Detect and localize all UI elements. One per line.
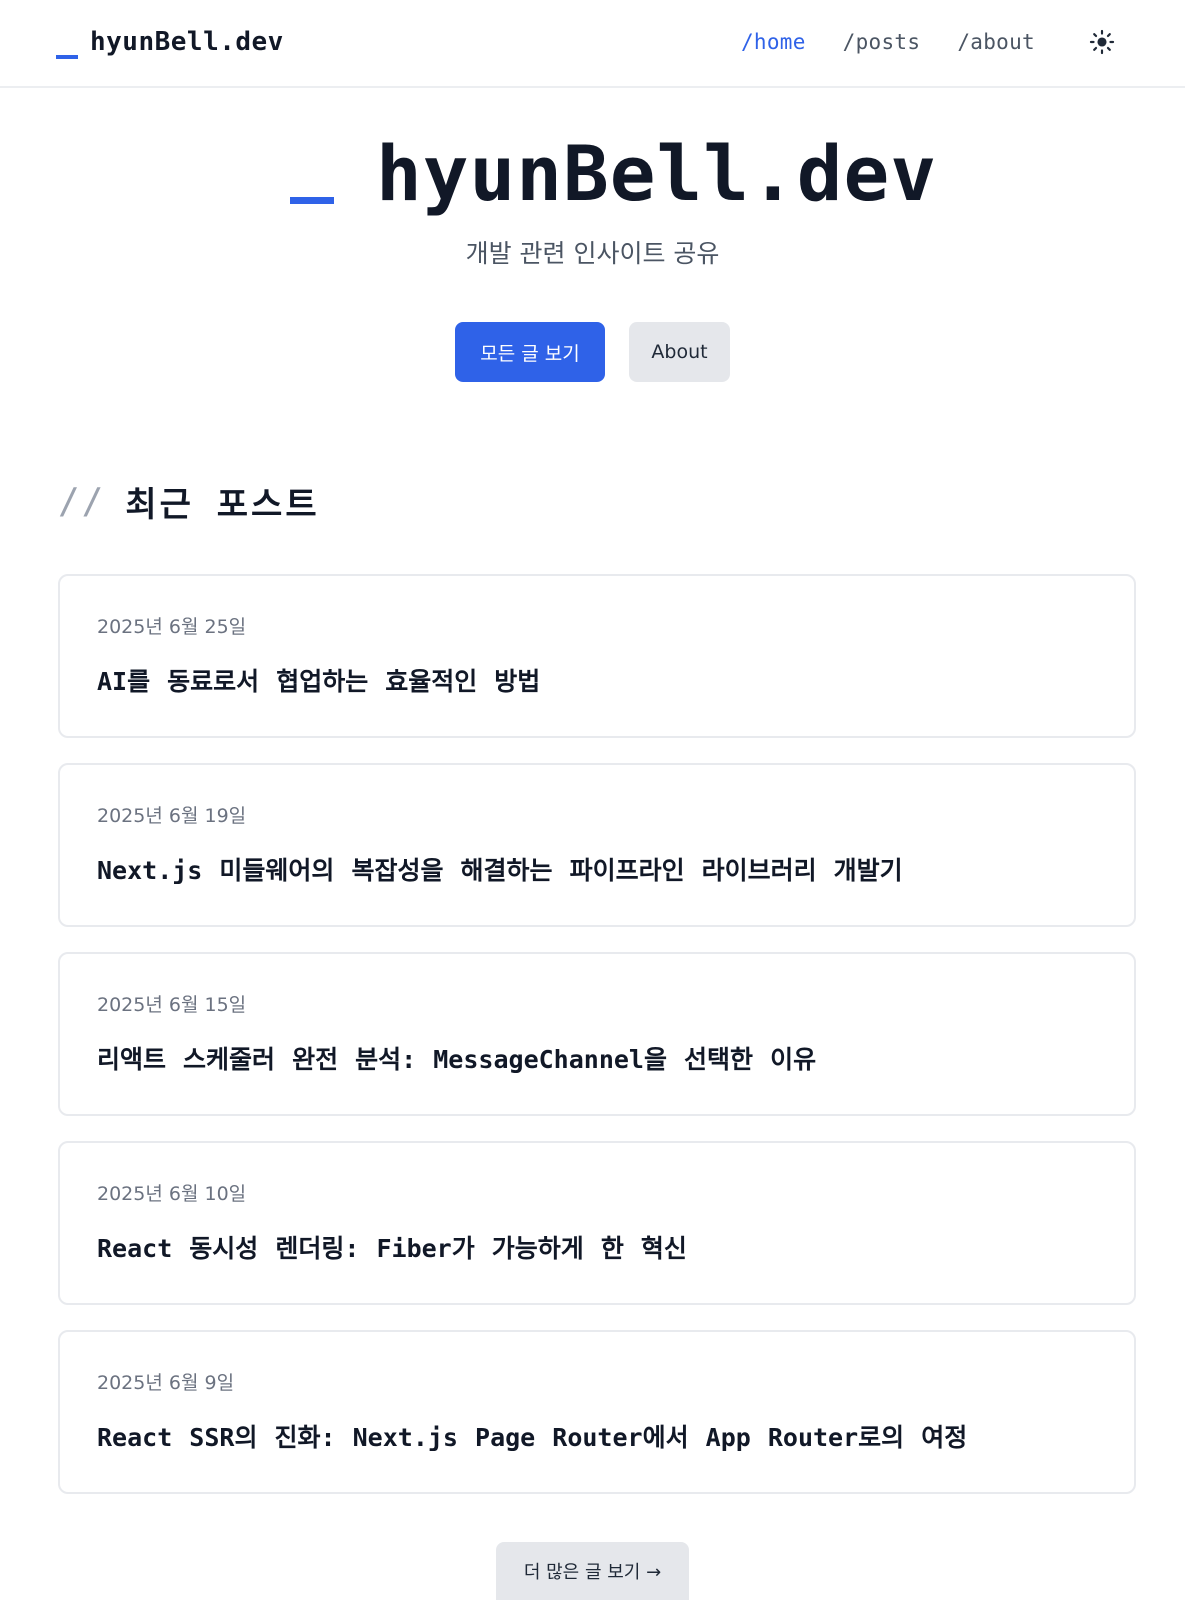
more-posts-button[interactable]: 더 많은 글 보기 → (496, 1542, 689, 1600)
post-date: 2025년 6월 15일 (97, 994, 247, 1016)
post-date: 2025년 6월 9일 (97, 1372, 235, 1394)
post-date: 2025년 6월 10일 (97, 1183, 247, 1205)
hero-actions: 모든 글 보기 About (0, 322, 1185, 382)
hero-cursor-mark (290, 197, 334, 204)
theme-toggle-button[interactable] (1083, 23, 1121, 61)
post-card[interactable]: 2025년 6월 19일 Next.js 미들웨어의 복잡성을 해결하는 파이프… (58, 763, 1136, 927)
section-prefix: // (58, 480, 106, 522)
more-posts-wrap: 더 많은 글 보기 → (0, 1542, 1185, 1600)
post-title[interactable]: 리액트 스케줄러 완전 분석: MessageChannel을 선택한 이유 (97, 1040, 816, 1076)
logo-text: hyunBell.dev (90, 27, 284, 57)
post-title[interactable]: Next.js 미들웨어의 복잡성을 해결하는 파이프라인 라이브러리 개발기 (97, 851, 903, 887)
recent-posts-heading: // 최근 포스트 (58, 476, 320, 526)
post-title[interactable]: React SSR의 진화: Next.js Page Router에서 App… (97, 1418, 967, 1454)
post-date: 2025년 6월 25일 (97, 616, 247, 638)
site-header: hyunBell.dev /home /posts /about (0, 0, 1185, 88)
nav-link-home[interactable]: /home (741, 30, 806, 54)
logo-cursor-mark (56, 55, 78, 59)
hero-title: hyunBell.dev (376, 129, 938, 218)
hero-subtitle: 개발 관련 인사이트 공유 (465, 239, 720, 268)
post-title[interactable]: AI를 동료로서 협업하는 효율적인 방법 (97, 662, 540, 698)
about-button[interactable]: About (629, 322, 730, 382)
sun-icon (1089, 29, 1115, 55)
section-title: 최근 포스트 (125, 484, 320, 525)
post-card[interactable]: 2025년 6월 15일 리액트 스케줄러 완전 분석: MessageChan… (58, 952, 1136, 1116)
post-card[interactable]: 2025년 6월 25일 AI를 동료로서 협업하는 효율적인 방법 (58, 574, 1136, 738)
post-card[interactable]: 2025년 6월 10일 React 동시성 렌더링: Fiber가 가능하게 … (58, 1141, 1136, 1305)
all-posts-button[interactable]: 모든 글 보기 (455, 322, 605, 382)
nav-link-posts[interactable]: /posts (843, 30, 921, 54)
hero-title-wrap: hyunBell.dev (290, 124, 937, 224)
post-card[interactable]: 2025년 6월 9일 React SSR의 진화: Next.js Page … (58, 1330, 1136, 1494)
post-date: 2025년 6월 19일 (97, 805, 247, 827)
post-list: 2025년 6월 25일 AI를 동료로서 협업하는 효율적인 방법 2025년… (58, 574, 1136, 1519)
main-nav: /home /posts /about (741, 22, 1121, 62)
logo-link[interactable]: hyunBell.dev (56, 22, 284, 62)
post-title[interactable]: React 동시성 렌더링: Fiber가 가능하게 한 혁신 (97, 1229, 687, 1265)
hero-section: hyunBell.dev 개발 관련 인사이트 공유 모든 글 보기 About (0, 88, 1185, 408)
nav-link-about[interactable]: /about (957, 30, 1035, 54)
